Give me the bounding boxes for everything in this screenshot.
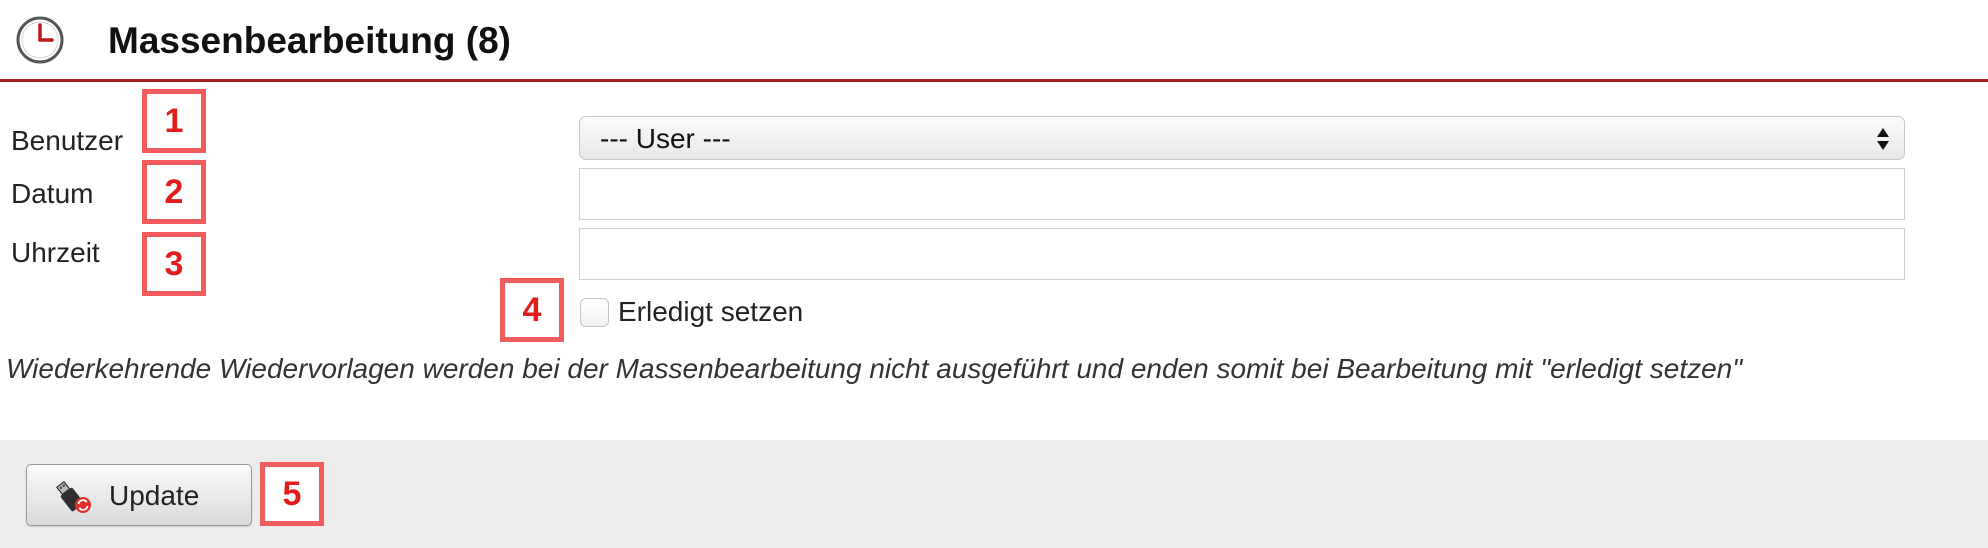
user-select[interactable]: --- User --- bbox=[579, 116, 1905, 160]
done-checkbox[interactable] bbox=[580, 298, 609, 327]
time-input[interactable] bbox=[579, 228, 1905, 280]
done-checkbox-label[interactable]: Erledigt setzen bbox=[618, 295, 803, 329]
user-select-value: --- User --- bbox=[600, 123, 731, 154]
update-button-label: Update bbox=[109, 480, 200, 511]
time-label: Uhrzeit bbox=[11, 237, 100, 268]
annotation-marker-2: 2 bbox=[142, 160, 206, 224]
update-button[interactable]: Update bbox=[26, 464, 252, 526]
usb-refresh-icon bbox=[56, 480, 91, 513]
clock-icon bbox=[16, 16, 64, 64]
annotation-marker-3: 3 bbox=[142, 232, 206, 296]
page-header: Massenbearbeitung (8) bbox=[0, 0, 1988, 82]
date-label: Datum bbox=[11, 178, 94, 209]
select-arrows-icon bbox=[1877, 128, 1889, 150]
annotation-marker-4: 4 bbox=[500, 278, 564, 342]
page-title: Massenbearbeitung (8) bbox=[108, 20, 511, 61]
annotation-marker-1: 1 bbox=[142, 89, 206, 153]
user-label: Benutzer bbox=[11, 125, 124, 156]
annotation-marker-5: 5 bbox=[260, 462, 324, 526]
recurring-notice: Wiederkehrende Wiedervorlagen werden bei… bbox=[6, 353, 1743, 384]
date-input[interactable] bbox=[579, 168, 1905, 220]
